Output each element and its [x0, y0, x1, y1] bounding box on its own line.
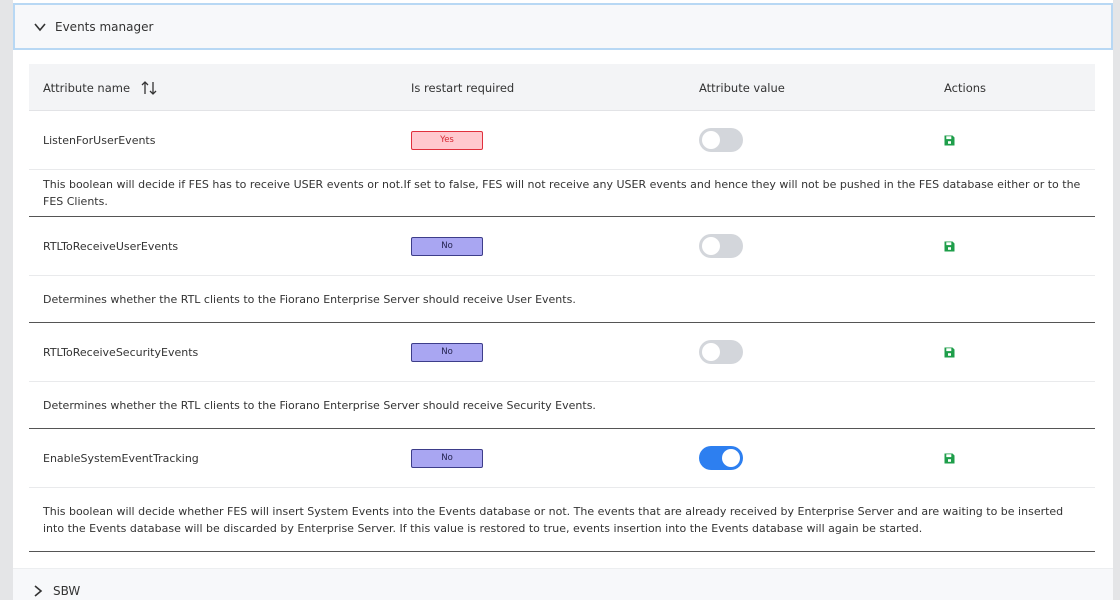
- attributes-table: Attribute name Is restart required Attri…: [29, 64, 1095, 552]
- events-manager-panel-header[interactable]: Events manager: [13, 3, 1113, 50]
- table-row: RTLToReceiveSecurityEvents No: [29, 323, 1095, 382]
- panel-title: Events manager: [55, 19, 154, 34]
- attribute-description: Determines whether the RTL clients to th…: [29, 276, 1095, 323]
- sbw-panel-header[interactable]: SBW: [13, 568, 1113, 600]
- attribute-name: RTLToReceiveUserEvents: [43, 239, 179, 253]
- column-restart-required: Is restart required: [411, 80, 515, 95]
- save-icon[interactable]: [944, 135, 955, 146]
- restart-required-badge: No: [411, 342, 483, 362]
- table-row: ListenForUserEvents Yes: [29, 111, 1095, 170]
- restart-required-badge: No: [411, 236, 483, 256]
- column-attribute-name-label: Attribute name: [43, 80, 131, 95]
- restart-required-badge: Yes: [411, 130, 483, 150]
- attribute-description: Determines whether the RTL clients to th…: [29, 382, 1095, 429]
- attribute-name: ListenForUserEvents: [43, 133, 156, 147]
- save-icon[interactable]: [944, 241, 955, 252]
- attribute-name: RTLToReceiveSecurityEvents: [43, 345, 199, 359]
- sort-icon[interactable]: [140, 80, 158, 96]
- attribute-name: EnableSystemEventTracking: [43, 451, 199, 465]
- sbw-panel-title: SBW: [53, 584, 81, 598]
- column-actions: Actions: [944, 80, 987, 95]
- column-attribute-value: Attribute value: [699, 80, 785, 95]
- attribute-value-toggle[interactable]: [699, 234, 743, 258]
- table-header: Attribute name Is restart required Attri…: [29, 64, 1095, 111]
- restart-required-badge: No: [411, 448, 483, 468]
- toggle-knob: [702, 343, 720, 361]
- attribute-value-toggle[interactable]: [699, 340, 743, 364]
- column-attribute-name[interactable]: Attribute name: [43, 64, 158, 111]
- save-icon[interactable]: [944, 453, 955, 464]
- toggle-knob: [702, 237, 720, 255]
- save-icon[interactable]: [944, 347, 955, 358]
- toggle-knob: [722, 449, 740, 467]
- main-content: Events manager Attribute name Is restart…: [13, 0, 1113, 600]
- attribute-description: This boolean will decide whether FES wil…: [29, 488, 1095, 552]
- attribute-value-toggle[interactable]: [699, 128, 743, 152]
- chevron-down-icon[interactable]: [33, 20, 47, 34]
- attribute-description: This boolean will decide if FES has to r…: [29, 170, 1095, 217]
- chevron-right-icon[interactable]: [31, 584, 45, 598]
- attribute-value-toggle[interactable]: [699, 446, 743, 470]
- table-row: RTLToReceiveUserEvents No: [29, 217, 1095, 276]
- toggle-knob: [702, 131, 720, 149]
- table-row: EnableSystemEventTracking No: [29, 429, 1095, 488]
